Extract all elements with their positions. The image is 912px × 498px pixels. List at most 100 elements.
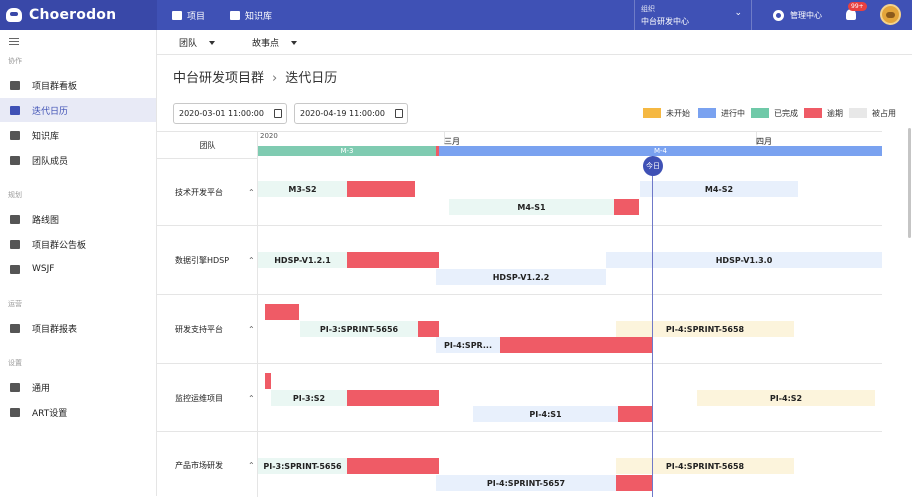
notification-badge: 99+ <box>848 2 867 11</box>
caret-down-icon <box>209 40 216 45</box>
sidebar-item-calendar[interactable]: 迭代日历 <box>0 98 156 122</box>
collapse-icon[interactable]: ⌃ <box>248 461 255 470</box>
cube-icon <box>172 10 182 20</box>
admin-center-label: 管理中心 <box>790 10 822 20</box>
milestone-bar-m3[interactable]: M-3 <box>258 146 436 156</box>
sidebar-item-reports[interactable]: 项目群报表 <box>0 316 156 340</box>
sprint-bar-not-started[interactable]: PI-4:S2 <box>697 390 875 406</box>
sprint-bar-overdue[interactable] <box>265 304 299 320</box>
sidebar-item-art-settings[interactable]: ART设置 <box>0 400 156 424</box>
sidebar-item-knowledge[interactable]: 知识库 <box>0 123 156 147</box>
sidebar-item-members[interactable]: 团队成员 <box>0 148 156 172</box>
legend-label: 已完成 <box>774 108 798 118</box>
sidebar-item-label: WSJF <box>32 264 55 274</box>
avatar[interactable] <box>880 4 901 25</box>
calendar-icon <box>395 109 403 118</box>
end-date-picker[interactable]: 2020-04-19 11:00:00 <box>294 103 408 124</box>
sidebar-item-roadmap[interactable]: 路线图 <box>0 207 156 231</box>
sidebar-section-collab: 协作 <box>8 57 22 65</box>
sidebar-item-board[interactable]: 项目群看板 <box>0 73 156 97</box>
collapse-icon[interactable]: ⌃ <box>248 256 255 265</box>
nav-knowledge[interactable]: 知识库 <box>230 0 272 30</box>
sprint-bar-done[interactable]: M4-S1 <box>449 199 614 215</box>
sprint-bar-done[interactable]: PI-3:S2 <box>271 390 347 406</box>
nav-project[interactable]: 项目 <box>172 0 205 30</box>
sidebar: 协作 项目群看板 迭代日历 知识库 团队成员 规划 路线图 项目群公告板 WSJ… <box>0 30 157 496</box>
sprint-bar-in-progress[interactable]: PI-4:S1 <box>473 406 618 422</box>
legend-swatch <box>698 108 716 118</box>
breadcrumb-parent[interactable]: 中台研发项目群 <box>173 71 264 86</box>
sprint-bar-overdue[interactable] <box>347 181 415 197</box>
caret-down-icon <box>291 40 298 45</box>
iteration-calendar: 团队 技术开发平台 ⌃ 数据引擎HDSP ⌃ 研发支持平台 ⌃ 监控运维项目 ⌃ 产品市… <box>157 131 882 497</box>
legend-in-progress: 进行中 <box>698 106 745 120</box>
team-filter[interactable]: 团队 <box>179 30 216 55</box>
sprint-bar-overdue[interactable] <box>347 458 439 474</box>
milestone-label: M-3 <box>340 147 354 155</box>
sprint-bar-overdue[interactable] <box>265 373 271 389</box>
milestone-bar-m4[interactable]: M-4 <box>439 146 882 156</box>
sprint-bar-in-progress[interactable]: M4-S2 <box>640 181 798 197</box>
sprint-bar-overdue[interactable] <box>418 321 439 337</box>
sidebar-item-general[interactable]: 通用 <box>0 375 156 399</box>
collapse-icon[interactable]: ⌃ <box>248 394 255 403</box>
train-icon <box>10 407 20 417</box>
sidebar-section-settings: 设置 <box>8 359 22 367</box>
sprint-bar-overdue[interactable] <box>500 337 653 353</box>
sprint-bar-done[interactable]: PI-3:SPRINT-5656 <box>300 321 418 337</box>
main-content: 团队 故事点 中台研发项目群 › 迭代日历 2020-03-01 11:00:00 … <box>157 30 912 497</box>
sprint-bar-in-progress[interactable]: HDSP-V1.2.2 <box>436 269 606 285</box>
legend-label: 逾期 <box>827 108 843 118</box>
sprint-bar-in-progress[interactable]: PI-4:SPRINT-5657 <box>436 475 616 491</box>
sidebar-item-label: 项目群公告板 <box>32 240 87 251</box>
list-icon <box>10 239 20 249</box>
collapse-icon[interactable]: ⌃ <box>248 188 255 197</box>
story-points-filter[interactable]: 故事点 <box>252 30 298 55</box>
sidebar-item-notice-board[interactable]: 项目群公告板 <box>0 232 156 256</box>
org-value: 中台研发中心 <box>641 17 689 26</box>
filter-bar: 团队 故事点 <box>157 30 912 55</box>
sprint-bar-in-progress[interactable]: PI-4:SPR... <box>436 337 500 353</box>
legend-done: 已完成 <box>751 106 798 120</box>
pie-chart-icon <box>10 264 20 274</box>
sidebar-item-label: 项目群报表 <box>32 324 78 335</box>
sprint-bar-not-started[interactable]: PI-4:SPRINT-5658 <box>616 458 794 474</box>
legend-swatch <box>849 108 867 118</box>
sidebar-section-ops: 运营 <box>8 300 22 308</box>
legend-not-started: 未开始 <box>643 106 690 120</box>
sprint-bar-done[interactable]: PI-3:SPRINT-5656 <box>258 458 347 474</box>
sidebar-item-label: 路线图 <box>32 215 60 226</box>
gear-icon <box>773 9 784 21</box>
roadmap-icon <box>10 214 20 224</box>
sprint-bar-overdue[interactable] <box>347 390 439 406</box>
sprint-bar-in-progress[interactable]: HDSP-V1.3.0 <box>606 252 882 268</box>
app-name: Choerodon <box>29 7 117 23</box>
sidebar-section-plan: 规划 <box>8 191 22 199</box>
menu-icon[interactable] <box>9 38 19 45</box>
choerodon-logo-icon <box>6 8 22 22</box>
team-name: 数据引擎HDSP ⌃ <box>157 226 258 295</box>
sidebar-item-wsjf[interactable]: WSJF <box>0 257 156 281</box>
legend-swatch <box>643 108 661 118</box>
breadcrumb-separator: › <box>272 71 278 86</box>
sprint-bar-overdue[interactable] <box>618 406 653 422</box>
sprint-bar-done[interactable]: M3-S2 <box>258 181 347 197</box>
sprint-bar-overdue[interactable] <box>616 475 653 491</box>
team-name-text: 研发支持平台 <box>175 325 223 334</box>
sprint-bar-overdue[interactable] <box>614 199 639 215</box>
sprint-bar-not-started[interactable]: PI-4:SPRINT-5658 <box>616 321 794 337</box>
sprint-bar-done[interactable]: HDSP-V1.2.1 <box>258 252 347 268</box>
app-logo[interactable]: Choerodon <box>0 0 157 30</box>
team-name-text: 数据引擎HDSP <box>175 256 230 265</box>
start-date-picker[interactable]: 2020-03-01 11:00:00 <box>173 103 287 124</box>
team-name-text: 监控运维项目 <box>175 393 223 403</box>
story-points-filter-label: 故事点 <box>252 39 280 49</box>
legend-overdue: 逾期 <box>804 106 843 120</box>
org-selector[interactable]: 组织 中台研发中心 ⌄ <box>634 0 752 30</box>
board-icon <box>10 80 20 90</box>
sprint-bar-overdue[interactable] <box>347 252 439 268</box>
admin-center-button[interactable]: 管理中心 <box>773 0 822 30</box>
collapse-icon[interactable]: ⌃ <box>248 325 255 334</box>
vertical-scrollbar[interactable] <box>908 128 911 238</box>
start-date-value: 2020-03-01 11:00:00 <box>179 109 264 118</box>
